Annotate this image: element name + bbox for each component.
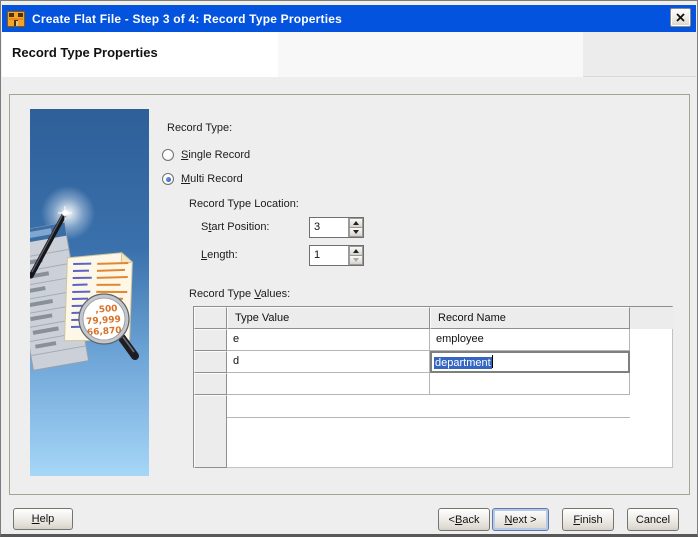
single-record-radio[interactable]: Single Record	[162, 149, 250, 161]
page-title: Record Type Properties	[12, 45, 158, 60]
titlebar[interactable]: Create Flat File - Step 3 of 4: Record T…	[2, 5, 696, 32]
header-mid-pane	[278, 32, 583, 77]
single-record-radio-label: Single Record	[181, 149, 251, 161]
radio-dot	[165, 176, 171, 182]
cell-record-name-1[interactable]: employee	[430, 329, 630, 351]
spinner-up-button[interactable]	[349, 246, 363, 256]
multi-record-radio[interactable]: Multi Record	[162, 173, 243, 185]
close-icon	[676, 13, 685, 22]
column-header-type-value[interactable]: Type Value	[227, 307, 430, 329]
wizard-window: Create Flat File - Step 3 of 4: Record T…	[0, 0, 698, 537]
arrow-up-icon	[353, 249, 359, 253]
row-header-2[interactable]	[194, 351, 227, 373]
spinner-up-button[interactable]	[349, 218, 363, 228]
start-position-label: Start Position:	[201, 221, 270, 233]
radio-circle-selected[interactable]	[162, 173, 174, 185]
start-position-value[interactable]: 3	[310, 218, 348, 237]
record-type-label: Record Type:	[167, 122, 233, 134]
multi-record-radio-label: Multi Record	[181, 173, 243, 185]
finish-button[interactable]: Finish	[562, 508, 614, 531]
next-button[interactable]: Next >	[492, 508, 549, 531]
column-header-record-name[interactable]: Record Name	[430, 307, 630, 329]
row-header-3[interactable]	[194, 373, 227, 395]
selected-editor-text[interactable]: department	[434, 357, 492, 369]
start-position-spinner[interactable]: 3	[309, 217, 364, 238]
record-type-values-table: Type Value Record Name e employee d depa…	[193, 306, 674, 468]
cancel-button[interactable]: Cancel	[627, 508, 679, 531]
arrow-up-icon	[353, 221, 359, 225]
text-caret	[491, 355, 493, 368]
spinner-down-button[interactable]	[349, 228, 363, 237]
radio-circle-unselected[interactable]	[162, 149, 174, 161]
cell-type-value-3[interactable]	[227, 373, 430, 395]
length-arrows	[348, 246, 363, 265]
length-spinner[interactable]: 1	[309, 245, 364, 266]
row-header-corner	[194, 307, 227, 329]
start-position-arrows	[348, 218, 363, 237]
row-header-1[interactable]	[194, 329, 227, 351]
help-button[interactable]: Help	[13, 508, 73, 530]
wizard-header: Record Type Properties	[2, 32, 696, 77]
row-header-filler	[194, 395, 227, 468]
cell-record-name-3[interactable]	[430, 373, 630, 395]
record-type-location-label: Record Type Location:	[189, 198, 299, 210]
back-button[interactable]: < Back	[438, 508, 490, 531]
close-button[interactable]	[670, 8, 691, 27]
wizard-art-panel: ,500 79,999 66,870	[30, 109, 149, 476]
cell-type-value-1[interactable]: e	[227, 329, 430, 351]
app-icon	[7, 10, 25, 27]
arrow-down-disabled-icon	[353, 258, 359, 262]
spinner-down-button[interactable]	[349, 256, 363, 265]
cell-record-name-2-editor[interactable]: department	[430, 351, 630, 373]
cell-type-value-2[interactable]: d	[227, 351, 430, 373]
arrow-down-icon	[353, 230, 359, 234]
lens-number: ,500	[95, 304, 118, 316]
length-value[interactable]: 1	[310, 246, 348, 265]
window-title: Create Flat File - Step 3 of 4: Record T…	[32, 11, 342, 26]
length-label: Length:	[201, 249, 238, 261]
empty-row-filler[interactable]	[227, 395, 630, 418]
column-header-filler	[630, 307, 674, 329]
record-type-values-label: Record Type Values:	[189, 288, 291, 300]
